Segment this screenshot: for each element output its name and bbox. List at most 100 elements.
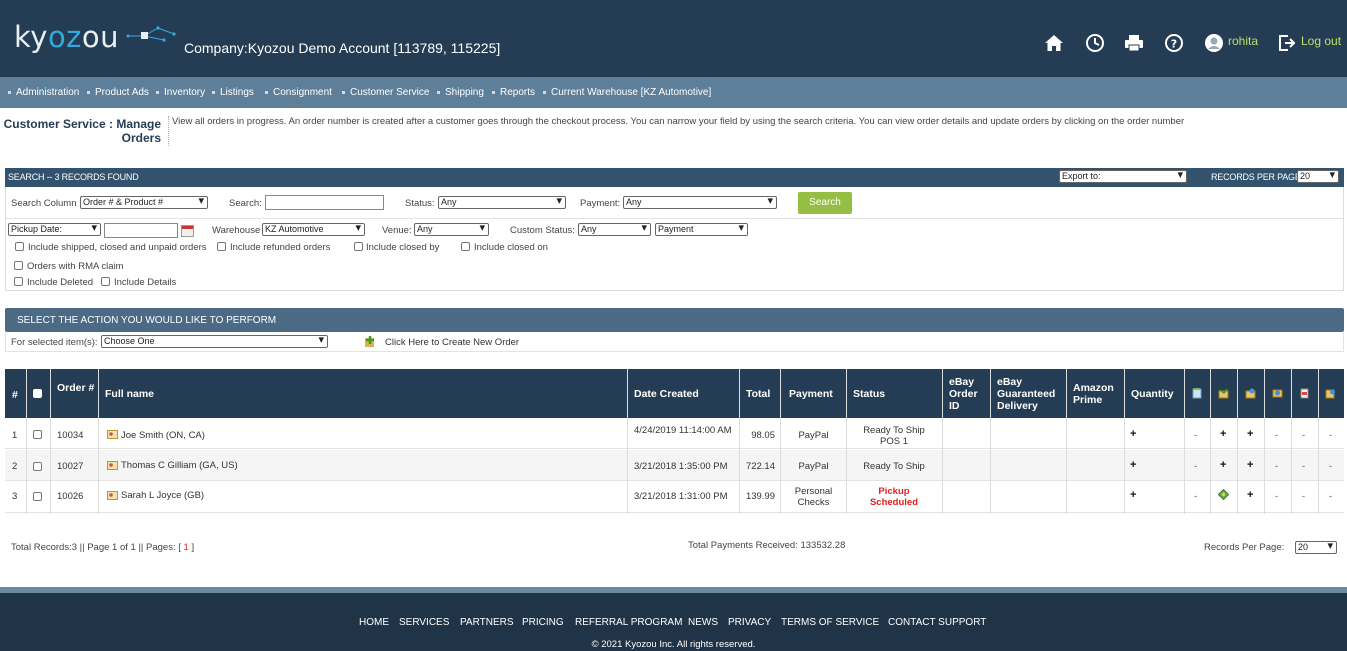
print-icon[interactable] — [1124, 33, 1144, 53]
action-cell[interactable]: - — [1194, 430, 1197, 441]
document-icon[interactable] — [1299, 388, 1310, 399]
nav-consignment[interactable]: Consignment — [265, 87, 332, 98]
action-cell[interactable]: - — [1329, 430, 1332, 441]
footer-link-referral-program[interactable]: REFERRAL PROGRAM — [575, 617, 682, 628]
row-checkbox[interactable] — [33, 492, 42, 501]
customer-name[interactable]: Joe Smith (ON, CA) — [121, 430, 205, 441]
include-deleted-checkbox[interactable] — [14, 277, 23, 286]
email-icon[interactable] — [1272, 388, 1283, 399]
nav-product-ads[interactable]: Product Ads — [87, 87, 149, 98]
col-payment[interactable]: Payment — [789, 388, 833, 400]
custom-payment-select[interactable]: Payment — [655, 223, 748, 236]
nav-listings[interactable]: Listings — [212, 87, 254, 98]
customer-card-icon[interactable] — [107, 460, 118, 471]
col-full-name[interactable]: Full name — [105, 388, 154, 400]
customer-name[interactable]: Thomas C Gilliam (GA, US) — [121, 460, 238, 471]
include-details-checkbox[interactable] — [101, 277, 110, 286]
action-cell[interactable]: - — [1329, 491, 1332, 502]
order-number-link[interactable]: 10026 — [57, 491, 83, 502]
order-number-link[interactable]: 10034 — [57, 430, 83, 441]
action-cell[interactable]: - — [1329, 461, 1332, 472]
col-order-number[interactable]: Order # — [57, 382, 97, 394]
home-icon[interactable] — [1044, 33, 1064, 53]
quantity-plus[interactable]: + — [1130, 490, 1136, 501]
col-status[interactable]: Status — [853, 388, 885, 400]
help-icon[interactable]: ? — [1164, 33, 1184, 53]
export-select[interactable]: Export to: — [1059, 170, 1187, 183]
page-link[interactable]: 1 — [184, 542, 189, 553]
footer-link-news[interactable]: NEWS — [688, 617, 718, 628]
action-cell[interactable]: + — [1220, 460, 1226, 471]
note-icon[interactable] — [1192, 388, 1203, 399]
action-cell[interactable]: + — [1247, 429, 1253, 440]
nav-inventory[interactable]: Inventory — [156, 87, 205, 98]
search-input[interactable] — [265, 195, 384, 210]
nav-administration[interactable]: Administration — [8, 87, 79, 98]
action-cell[interactable]: + — [1247, 460, 1253, 471]
select-all-checkbox[interactable] — [33, 389, 42, 398]
footer-link-services[interactable]: SERVICES — [399, 617, 449, 628]
action-cell[interactable]: - — [1275, 461, 1278, 472]
logout-icon[interactable] — [1277, 33, 1297, 53]
row-checkbox[interactable] — [33, 462, 42, 471]
nav-shipping[interactable]: Shipping — [437, 87, 484, 98]
footer-link-privacy[interactable]: PRIVACY — [728, 617, 771, 628]
quantity-plus[interactable]: + — [1130, 429, 1136, 440]
row-checkbox[interactable] — [33, 430, 42, 439]
logout-link[interactable]: Log out — [1301, 34, 1341, 48]
order-number-link[interactable]: 10027 — [57, 461, 83, 472]
nav-current-warehouse[interactable]: Current Warehouse [KZ Automotive] — [543, 87, 711, 98]
action-cell[interactable]: + — [1220, 429, 1226, 440]
action-cell[interactable]: - — [1275, 430, 1278, 441]
records-per-page-footer-select[interactable]: 20 — [1295, 541, 1337, 554]
payment-select[interactable]: Any — [623, 196, 777, 209]
kyozou-logo[interactable]: kyozou — [14, 20, 119, 54]
username[interactable]: rohita — [1228, 34, 1258, 48]
history-icon[interactable] — [1085, 33, 1105, 53]
warehouse-select[interactable]: KZ Automotive — [262, 223, 365, 236]
footer-link-terms[interactable]: TERMS OF SERVICE — [781, 617, 879, 628]
include-shipped-checkbox[interactable] — [15, 242, 24, 251]
col-amazon-prime[interactable]: Amazon Prime — [1073, 382, 1119, 406]
include-refunded-checkbox[interactable] — [217, 242, 226, 251]
refund-icon[interactable] — [1325, 388, 1336, 399]
package-icon[interactable] — [1245, 388, 1256, 399]
nav-reports[interactable]: Reports — [492, 87, 535, 98]
action-cell[interactable]: - — [1194, 461, 1197, 472]
col-quantity[interactable]: Quantity — [1131, 388, 1174, 400]
records-per-page-select[interactable]: 20 — [1297, 170, 1339, 183]
nav-customer-service[interactable]: Customer Service — [342, 87, 429, 98]
customer-card-icon[interactable] — [107, 490, 118, 501]
footer-link-home[interactable]: HOME — [359, 617, 389, 628]
create-order-link[interactable]: Click Here to Create New Order — [385, 337, 519, 348]
col-ebay-guaranteed-delivery[interactable]: eBay Guaranteed Delivery — [997, 376, 1063, 412]
action-cell[interactable]: + — [1247, 490, 1253, 501]
col-ebay-order-id[interactable]: eBay Order ID — [949, 376, 985, 412]
search-button[interactable]: Search — [798, 192, 852, 214]
action-cell[interactable]: - — [1302, 461, 1305, 472]
action-cell[interactable]: - — [1275, 491, 1278, 502]
user-avatar-icon[interactable] — [1204, 33, 1224, 53]
ship-icon[interactable] — [1218, 388, 1229, 399]
bulk-action-select[interactable]: Choose One — [101, 335, 328, 348]
pickup-date-select[interactable]: Pickup Date: — [8, 223, 101, 236]
rma-claim-checkbox[interactable] — [14, 261, 23, 270]
footer-link-contact-support[interactable]: CONTACT SUPPORT — [888, 617, 986, 628]
action-cell[interactable]: - — [1194, 491, 1197, 502]
pickup-icon[interactable] — [1218, 489, 1229, 500]
footer-link-pricing[interactable]: PRICING — [522, 617, 564, 628]
search-column-select[interactable]: Order # & Product # — [80, 196, 208, 209]
customer-card-icon[interactable] — [107, 429, 118, 440]
venue-select[interactable]: Any — [414, 223, 489, 236]
col-date-created[interactable]: Date Created — [634, 388, 699, 400]
include-closed-on-checkbox[interactable] — [461, 242, 470, 251]
quantity-plus[interactable]: + — [1130, 460, 1136, 471]
include-closed-by-checkbox[interactable] — [354, 242, 363, 251]
action-cell[interactable]: - — [1302, 430, 1305, 441]
custom-status-select[interactable]: Any — [578, 223, 651, 236]
date-input[interactable] — [104, 223, 178, 238]
action-cell[interactable]: - — [1302, 491, 1305, 502]
footer-link-partners[interactable]: PARTNERS — [460, 617, 514, 628]
customer-name[interactable]: Sarah L Joyce (GB) — [121, 490, 204, 501]
status-select[interactable]: Any — [438, 196, 566, 209]
